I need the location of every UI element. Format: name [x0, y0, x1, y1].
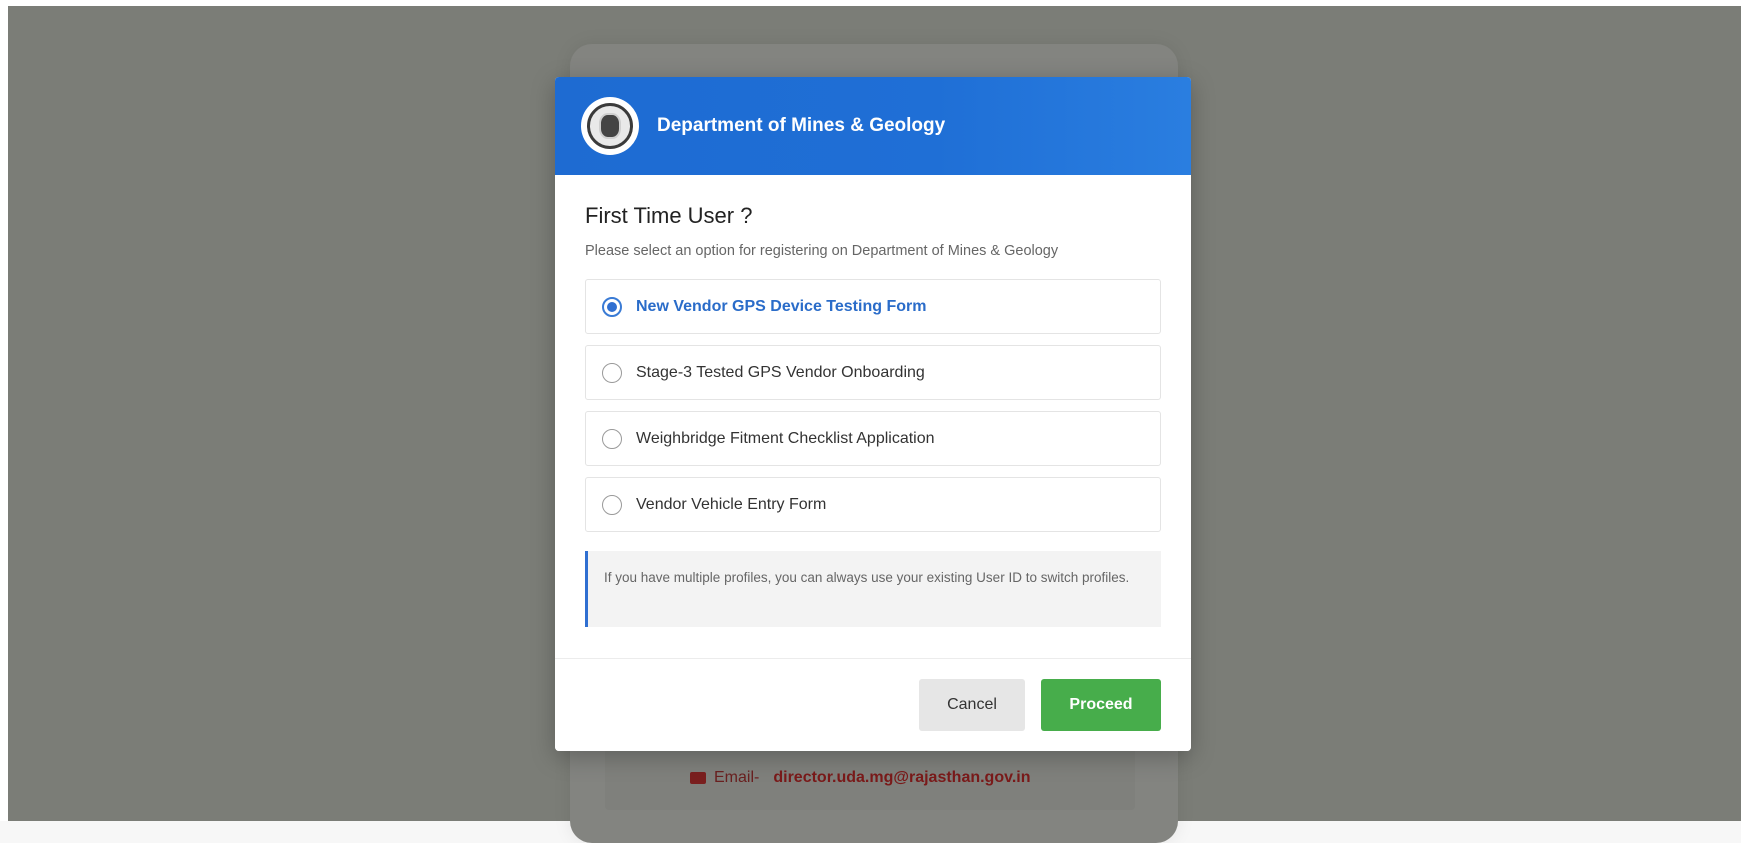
option-label: Vendor Vehicle Entry Form [636, 495, 827, 513]
option-label: New Vendor GPS Device Testing Form [636, 297, 927, 315]
option-label: Weighbridge Fitment Checklist Applicatio… [636, 429, 935, 447]
modal-subtitle: Please select an option for registering … [585, 243, 1059, 259]
radio-unchecked-icon[interactable] [602, 428, 622, 449]
option-vendor-vehicle-entry[interactable]: Vendor Vehicle Entry Form [585, 477, 1161, 532]
registration-options: New Vendor GPS Device Testing Form Stage… [585, 279, 1161, 532]
modal-body: First Time User ? Please select an optio… [555, 175, 1191, 627]
cancel-button[interactable]: Cancel [919, 679, 1025, 731]
background-email-row: Email- director.uda.mg@rajasthan.gov.in [690, 766, 1030, 790]
mail-icon [690, 772, 706, 784]
radio-unchecked-icon[interactable] [602, 362, 622, 383]
info-note: If you have multiple profiles, you can a… [585, 551, 1161, 627]
modal-title: First Time User ? [585, 203, 753, 228]
modal-header: Department of Mines & Geology [555, 77, 1191, 175]
option-new-vendor-gps[interactable]: New Vendor GPS Device Testing Form [585, 279, 1161, 334]
email-link: director.uda.mg@rajasthan.gov.in [773, 769, 1031, 786]
email-label: Email- [714, 769, 760, 786]
modal-footer: Cancel Proceed [555, 658, 1191, 751]
option-stage3-onboarding[interactable]: Stage-3 Tested GPS Vendor Onboarding [585, 345, 1161, 400]
header-title: Department of Mines & Geology [657, 115, 946, 136]
radio-unchecked-icon[interactable] [602, 494, 622, 515]
option-weighbridge-checklist[interactable]: Weighbridge Fitment Checklist Applicatio… [585, 411, 1161, 466]
radio-checked-icon[interactable] [602, 296, 622, 317]
proceed-button[interactable]: Proceed [1041, 679, 1161, 731]
registration-modal: Department of Mines & Geology First Time… [555, 77, 1191, 751]
option-label: Stage-3 Tested GPS Vendor Onboarding [636, 363, 925, 381]
department-emblem-icon [581, 97, 639, 155]
